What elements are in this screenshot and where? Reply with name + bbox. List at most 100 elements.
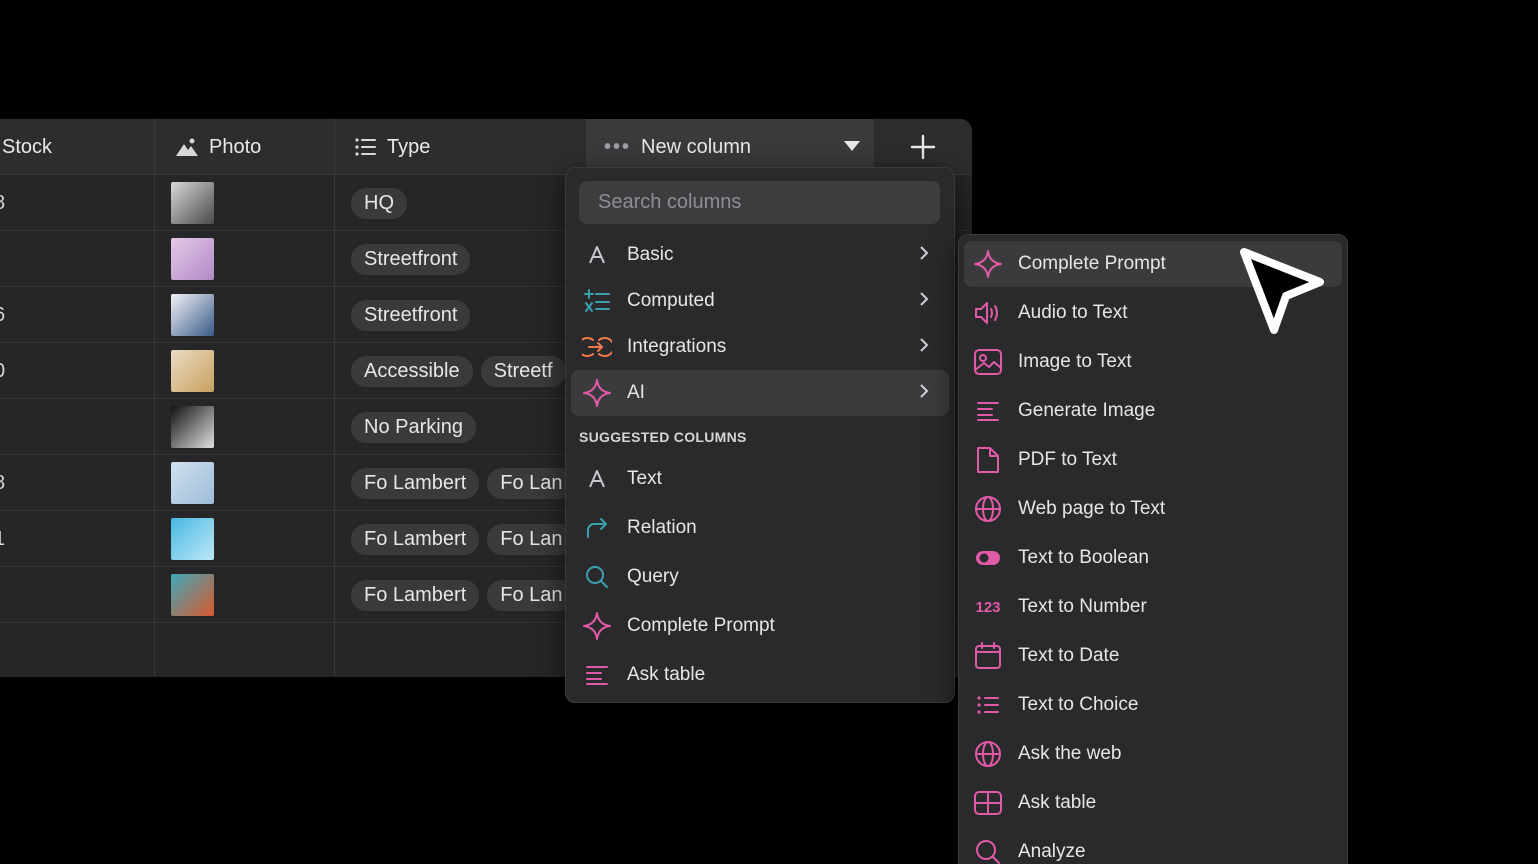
calendar-icon bbox=[972, 640, 1004, 672]
menu-item-label: Basic bbox=[627, 244, 674, 265]
submenu-item-label: Text to Boolean bbox=[1018, 547, 1149, 568]
menu-item-basic[interactable]: Basic bbox=[571, 232, 949, 278]
column-header-label: Photo bbox=[209, 135, 262, 158]
type-tag[interactable]: Streetf bbox=[480, 355, 566, 387]
submenu-item-text-to-boolean[interactable]: Text to Boolean bbox=[964, 535, 1342, 581]
suggested-item-ask-table[interactable]: Ask table bbox=[571, 652, 949, 698]
lines-icon bbox=[581, 659, 613, 691]
menu-item-label: Integrations bbox=[627, 336, 727, 357]
column-header-photo[interactable]: Photo bbox=[175, 119, 261, 175]
submenu-item-generate-image[interactable]: Generate Image bbox=[964, 388, 1342, 434]
document-icon bbox=[972, 444, 1004, 476]
column-header-label: Stock bbox=[2, 135, 53, 158]
submenu-item-label: Image to Text bbox=[1018, 351, 1132, 372]
more-icon: ••• bbox=[604, 135, 632, 158]
globe-icon bbox=[972, 738, 1004, 770]
type-tag[interactable]: Streetfront bbox=[351, 243, 471, 275]
submenu-item-label: Text to Date bbox=[1018, 645, 1120, 666]
submenu-item-web-page-to-text[interactable]: Web page to Text bbox=[964, 486, 1342, 532]
photo-thumbnail[interactable] bbox=[171, 182, 214, 224]
photo-thumbnail[interactable] bbox=[171, 406, 214, 448]
sparkle-icon bbox=[581, 377, 613, 409]
sparkle-icon bbox=[972, 248, 1004, 280]
column-header-type[interactable]: Type bbox=[355, 119, 430, 175]
menu-item-computed[interactable]: Computed bbox=[571, 278, 949, 324]
chevron-right-icon bbox=[919, 337, 929, 359]
search-columns-input[interactable] bbox=[579, 181, 940, 224]
submenu-item-image-to-text[interactable]: Image to Text bbox=[964, 339, 1342, 385]
letter-a-icon bbox=[581, 463, 613, 495]
type-cell: Fo Lambert Fo Lan bbox=[351, 567, 576, 623]
letter-a-icon bbox=[581, 239, 613, 271]
submenu-item-label: Text to Number bbox=[1018, 596, 1147, 617]
type-cell: Fo Lambert Fo Lan bbox=[351, 455, 576, 511]
type-cell: HQ bbox=[351, 175, 407, 231]
table-icon bbox=[972, 787, 1004, 819]
type-tag[interactable]: Fo Lambert bbox=[351, 523, 480, 555]
sparkle-icon bbox=[581, 610, 613, 642]
globe-icon bbox=[972, 493, 1004, 525]
menu-item-label: Relation bbox=[627, 517, 697, 538]
suggested-item-complete-prompt[interactable]: Complete Prompt bbox=[571, 603, 949, 649]
suggested-item-relation[interactable]: Relation bbox=[571, 505, 949, 551]
search-icon bbox=[581, 561, 613, 593]
photo-thumbnail[interactable] bbox=[171, 350, 214, 392]
menu-item-label: Ask table bbox=[627, 664, 706, 685]
type-tag[interactable]: Fo Lan bbox=[487, 467, 576, 499]
type-tag[interactable]: Fo Lambert bbox=[351, 579, 480, 611]
submenu-item-ask-table[interactable]: Ask table bbox=[964, 780, 1342, 826]
type-tag[interactable]: Fo Lan bbox=[487, 523, 576, 555]
type-cell: No Parking bbox=[351, 399, 476, 455]
list-icon bbox=[972, 689, 1004, 721]
type-tag[interactable]: Fo Lambert bbox=[351, 467, 480, 499]
menu-item-label: Text bbox=[627, 468, 662, 489]
column-header-label: Type bbox=[387, 135, 431, 158]
integrations-icon bbox=[581, 331, 613, 363]
computed-icon bbox=[581, 285, 613, 317]
type-cell: Streetfront bbox=[351, 287, 471, 343]
type-tag[interactable]: HQ bbox=[351, 187, 407, 219]
stock-cell: 8 bbox=[0, 455, 5, 511]
submenu-item-text-to-choice[interactable]: Text to Choice bbox=[964, 682, 1342, 728]
submenu-item-pdf-to-text[interactable]: PDF to Text bbox=[964, 437, 1342, 483]
column-header-stock[interactable]: Stock bbox=[2, 119, 52, 175]
submenu-item-label: Analyze bbox=[1018, 841, 1086, 862]
toggle-icon bbox=[972, 542, 1004, 574]
new-column-menu: Basic Computed Integrations AI SUGGESTED… bbox=[565, 167, 955, 703]
type-cell: Accessible Streetf bbox=[351, 343, 566, 399]
menu-item-label: AI bbox=[627, 382, 645, 403]
type-tag[interactable]: Fo Lan bbox=[487, 579, 576, 611]
menu-item-integrations[interactable]: Integrations bbox=[571, 324, 949, 370]
suggested-item-text[interactable]: Text bbox=[571, 456, 949, 502]
submenu-item-text-to-number[interactable]: 123 Text to Number bbox=[964, 584, 1342, 630]
type-tag[interactable]: Accessible bbox=[351, 355, 473, 387]
stock-cell: 8 bbox=[0, 175, 5, 231]
menu-item-label: Complete Prompt bbox=[627, 615, 775, 636]
menu-item-ai[interactable]: AI bbox=[571, 370, 949, 416]
submenu-item-label: PDF to Text bbox=[1018, 449, 1117, 470]
relation-arrow-icon bbox=[581, 512, 613, 544]
suggested-item-query[interactable]: Query bbox=[571, 554, 949, 600]
submenu-item-ask-the-web[interactable]: Ask the web bbox=[964, 731, 1342, 777]
photo-thumbnail[interactable] bbox=[171, 462, 214, 504]
photo-thumbnail[interactable] bbox=[171, 238, 214, 280]
search-icon bbox=[972, 836, 1004, 864]
type-tag[interactable]: Streetfront bbox=[351, 299, 471, 331]
type-tag[interactable]: No Parking bbox=[351, 411, 476, 443]
photo-thumbnail[interactable] bbox=[171, 574, 214, 616]
submenu-item-label: Audio to Text bbox=[1018, 302, 1128, 323]
chevron-right-icon bbox=[919, 383, 929, 405]
submenu-item-label: Ask table bbox=[1018, 792, 1097, 813]
menu-item-label: Computed bbox=[627, 290, 715, 311]
submenu-item-label: Web page to Text bbox=[1018, 498, 1166, 519]
submenu-item-text-to-date[interactable]: Text to Date bbox=[964, 633, 1342, 679]
submenu-item-label: Ask the web bbox=[1018, 743, 1122, 764]
photo-thumbnail[interactable] bbox=[171, 518, 214, 560]
caret-down-icon[interactable] bbox=[844, 141, 860, 151]
submenu-item-analyze[interactable]: Analyze bbox=[964, 829, 1342, 864]
photo-thumbnail[interactable] bbox=[171, 294, 214, 336]
stock-cell: 0 bbox=[0, 343, 5, 399]
menu-item-label: Query bbox=[627, 566, 679, 587]
new-column-label: New column bbox=[641, 135, 752, 158]
submenu-item-label: Text to Choice bbox=[1018, 694, 1139, 715]
